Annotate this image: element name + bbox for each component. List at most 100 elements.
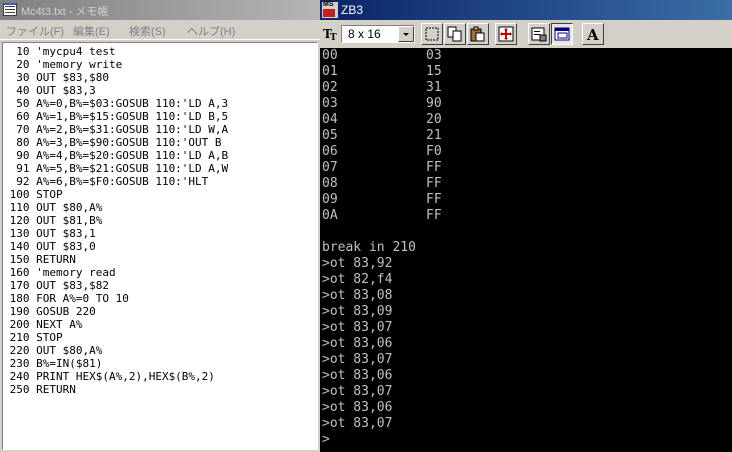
console-output-line: >ot 83,07 [322,352,393,367]
console-output-line: >ot 83,07 [322,384,393,399]
console-window[interactable]: MS ZB3 T T 8 x 16 A 00 03 01 15 02 31 03… [320,0,732,452]
code-line: 210 STOP [3,331,63,344]
memory-dump-row: 01 15 [322,64,732,80]
code-listing: 10 'mycpu4 test 20 'memory write 30 OUT … [3,45,317,396]
memory-value: 31 [426,80,442,95]
ms-dos-icon: MS [322,1,338,18]
code-line: 170 OUT $83,$82 [3,279,109,292]
code-line: 180 FOR A%=0 TO 10 [3,292,129,305]
copy-icon [447,26,462,42]
notepad-menu-bar: ファイル(F) 編集(E) 検索(S) ヘルプ(H) [0,20,320,40]
code-line: 80 A%=3,B%=$90:GOSUB 110:'OUT B [3,136,222,149]
paste-icon [470,26,485,42]
code-line: 240 PRINT HEX$(A%,2),HEX$(B%,2) [3,370,215,383]
console-toolbar: T T 8 x 16 A [320,20,732,48]
font-size-select[interactable]: 8 x 16 [341,25,415,43]
paste-button[interactable] [467,23,489,45]
console-output: 00 03 01 15 02 31 03 90 04 20 05 21 06 F0 07 FF 08 FF 09 FF… [322,48,732,448]
mark-button[interactable] [421,23,443,45]
console-output-line: >ot 83,06 [322,336,393,351]
code-line: 10 'mycpu4 test [3,45,116,58]
code-line: 190 GOSUB 220 [3,305,96,318]
memory-address: 08 [322,176,338,191]
memory-dump-row: 03 90 [322,96,732,112]
memory-dump-row: 02 31 [322,80,732,96]
console-output-line: >ot 83,09 [322,304,393,319]
svg-text:T: T [330,33,337,42]
code-line: 200 NEXT A% [3,318,83,331]
memory-address: 02 [322,80,338,95]
memory-value: FF [426,208,442,223]
console-screen[interactable]: 00 03 01 15 02 31 03 90 04 20 05 21 06 F0 07 FF 08 FF 09 FF… [320,48,732,452]
code-line: 90 A%=4,B%=$20:GOSUB 110:'LD A,B [3,149,229,162]
mark-icon [425,27,439,41]
menu-edit[interactable]: 編集(E) [73,23,110,39]
memory-value: 21 [426,128,442,143]
background-button[interactable] [551,23,573,45]
ms-dos-icon-label: MS [323,1,334,8]
notepad-icon [3,3,17,16]
code-line: 50 A%=0,B%=$03:GOSUB 110:'LD A,3 [3,97,229,110]
memory-dump-row: 07 FF [322,160,732,176]
notepad-text-area[interactable]: 10 'mycpu4 test 20 'memory write 30 OUT … [2,42,318,450]
code-line: 250 RETURN [3,383,76,396]
menu-help[interactable]: ヘルプ(H) [187,23,235,39]
fullscreen-button[interactable] [495,23,517,45]
code-line: 92 A%=6,B%=$F0:GOSUB 110:'HLT [3,175,209,188]
memory-address: 07 [322,160,338,175]
menu-file[interactable]: ファイル(F) [6,23,64,39]
memory-value: FF [426,176,442,191]
svg-text:A: A [586,26,599,42]
console-output-line: >ot 83,08 [322,288,393,303]
notepad-title-bar[interactable]: Mc4t3.txt - メモ帳 [0,0,320,20]
memory-address: 03 [322,96,338,111]
code-line: 130 OUT $83,1 [3,227,96,240]
fullscreen-icon [498,26,514,42]
memory-dump-row: 08 FF [322,176,732,192]
console-output-line: >ot 83,07 [322,320,393,335]
console-output-line: >ot 83,06 [322,368,393,383]
font-icon: A [586,26,599,42]
chevron-down-icon[interactable] [398,26,414,42]
memory-address: 09 [322,192,338,207]
code-line: 120 OUT $81,B% [3,214,103,227]
memory-value: 90 [426,96,442,111]
memory-value: 15 [426,64,442,79]
memory-dump-row: 0A FF [322,208,732,224]
console-output-line: break in 210 [322,240,416,255]
font-size-icon: T T [323,26,339,43]
memory-address: 05 [322,128,338,143]
font-size-value: 8 x 16 [348,27,381,41]
code-line: 40 OUT $83,3 [3,84,96,97]
code-line: 20 'memory write [3,58,123,71]
memory-address: 00 [322,48,338,63]
console-output-line: >ot 83,92 [322,256,393,271]
memory-address: 0A [322,208,338,223]
code-line: 220 OUT $80,A% [3,344,103,357]
console-output-line: >ot 83,07 [322,416,393,431]
memory-dump-row: 04 20 [322,112,732,128]
code-line: 100 STOP [3,188,63,201]
memory-address: 06 [322,144,338,159]
memory-dump-row: 00 03 [322,48,732,64]
properties-icon [531,27,547,42]
menu-search[interactable]: 検索(S) [129,23,166,39]
memory-value: 03 [426,48,442,63]
notepad-window[interactable]: Mc4t3.txt - メモ帳 ファイル(F) 編集(E) 検索(S) ヘルプ(… [0,0,320,452]
memory-address: 01 [322,64,338,79]
copy-button[interactable] [444,23,466,45]
console-output-line: >ot 82,f4 [322,272,393,287]
code-line: 30 OUT $83,$80 [3,71,109,84]
console-title-bar[interactable]: MS ZB3 [320,0,732,20]
memory-value: 20 [426,112,442,127]
memory-value: F0 [426,144,442,159]
properties-button[interactable] [528,23,550,45]
notepad-title: Mc4t3.txt - メモ帳 [21,6,109,18]
console-output-line: >ot 83,06 [322,400,393,415]
background-icon [554,27,570,41]
code-line: 60 A%=1,B%=$15:GOSUB 110:'LD B,5 [3,110,229,123]
memory-dump-row: 06 F0 [322,144,732,160]
font-button[interactable]: A [582,23,604,45]
memory-dump-row: 09 FF [322,192,732,208]
